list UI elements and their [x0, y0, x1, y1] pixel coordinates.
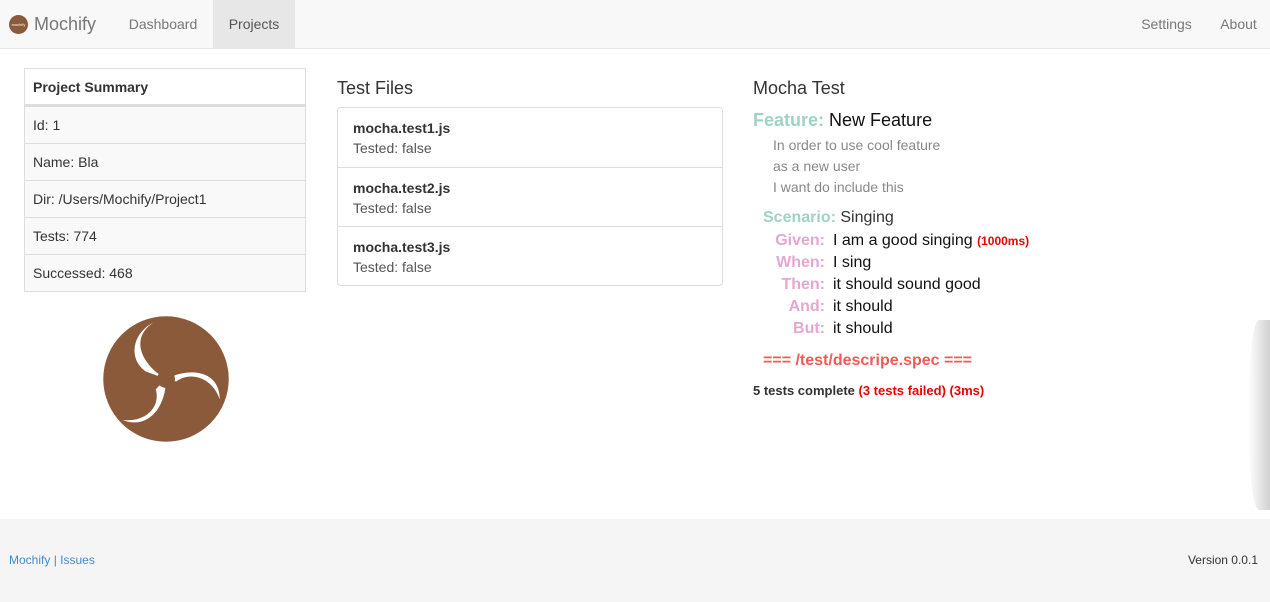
- summary-row-id: Id: 1: [25, 106, 305, 143]
- feature-keyword: Feature:: [753, 110, 825, 130]
- project-summary-table: Project Summary Id: 1 Name: Bla Dir: /Us…: [24, 68, 306, 292]
- footer-separator: |: [53, 553, 57, 567]
- step-text: it should: [833, 298, 893, 315]
- step-line: Then: it should sound good: [753, 276, 981, 294]
- step-text: I am a good singing: [833, 232, 973, 249]
- step-line: But: it should: [753, 320, 893, 338]
- mochify-logo-icon: [103, 316, 229, 442]
- edge-shadow: [1248, 320, 1270, 510]
- tests-complete: 5 tests complete: [753, 383, 855, 398]
- footer-link-issues[interactable]: Issues: [60, 553, 95, 567]
- step-text: I sing: [833, 254, 872, 271]
- step-time: (1000ms): [977, 234, 1030, 248]
- narrative-line: as a new user: [773, 158, 861, 174]
- narrative-line: In order to use cool feature: [773, 137, 941, 153]
- summary-row-name: Name: Bla: [25, 143, 305, 180]
- test-file-item[interactable]: mocha.test1.js Tested: false: [338, 108, 722, 167]
- step-keyword: Then:: [781, 276, 825, 293]
- test-result-summary: 5 tests complete (3 tests failed) (3ms): [753, 383, 984, 398]
- project-summary-title: Project Summary: [25, 69, 305, 106]
- version-label: Version 0.0.1: [1187, 553, 1258, 567]
- feature-line: Feature: New Feature: [753, 110, 932, 131]
- step-keyword: And:: [788, 298, 825, 315]
- brand-logo-icon: mochify: [9, 14, 28, 34]
- step-keyword: When:: [776, 254, 825, 271]
- test-file-name: mocha.test2.js: [353, 180, 451, 196]
- feature-name: New Feature: [829, 110, 933, 130]
- summary-row-tests: Tests: 774: [25, 217, 305, 254]
- mocha-test-title: Mocha Test: [753, 78, 845, 98]
- nav-settings[interactable]: Settings: [1126, 0, 1207, 48]
- test-file-name: mocha.test3.js: [353, 239, 451, 255]
- narrative-line: I want do include this: [773, 179, 904, 195]
- step-keyword: But:: [793, 320, 825, 337]
- test-files-list: mocha.test1.js Tested: false mocha.test2…: [337, 107, 723, 286]
- brand-name: Mochify: [34, 13, 97, 34]
- test-file-status: Tested: false: [353, 200, 432, 216]
- footer-link-mochify[interactable]: Mochify: [9, 553, 50, 567]
- step-line: And: it should: [753, 298, 893, 316]
- test-file-item[interactable]: mocha.test2.js Tested: false: [338, 167, 722, 226]
- brand[interactable]: mochify Mochify: [9, 0, 96, 48]
- test-file-name: mocha.test1.js: [353, 120, 451, 136]
- nav-projects[interactable]: Projects: [213, 0, 295, 48]
- summary-row-successed: Successed: 468: [25, 254, 305, 291]
- step-keyword: Given:: [775, 232, 825, 249]
- spec-file-heading: === /test/descripe.spec ===: [763, 352, 973, 369]
- nav-dashboard[interactable]: Dashboard: [113, 0, 213, 48]
- step-line: When: I sing: [753, 254, 871, 272]
- nav-about[interactable]: About: [1207, 0, 1270, 48]
- test-file-item[interactable]: mocha.test3.js Tested: false: [338, 226, 722, 285]
- step-line: Given: I am a good singing (1000ms): [753, 232, 1029, 250]
- scenario-line: Scenario: Singing: [763, 209, 894, 227]
- tests-failed: (3 tests failed): [858, 383, 946, 398]
- footer-links: Mochify | Issues: [9, 553, 95, 567]
- test-files-title: Test Files: [337, 78, 414, 98]
- navbar: mochify Mochify Dashboard Projects Setti…: [0, 0, 1270, 49]
- scenario-name: Singing: [840, 209, 894, 226]
- step-text: it should sound good: [833, 276, 981, 293]
- tests-duration: (3ms): [949, 383, 985, 398]
- step-text: it should: [833, 320, 893, 337]
- scenario-keyword: Scenario:: [763, 209, 836, 226]
- summary-row-dir: Dir: /Users/Mochify/Project1: [25, 180, 305, 217]
- test-file-status: Tested: false: [353, 259, 432, 275]
- footer: Mochify | Issues Version 0.0.1: [0, 519, 1270, 602]
- test-file-status: Tested: false: [353, 140, 432, 156]
